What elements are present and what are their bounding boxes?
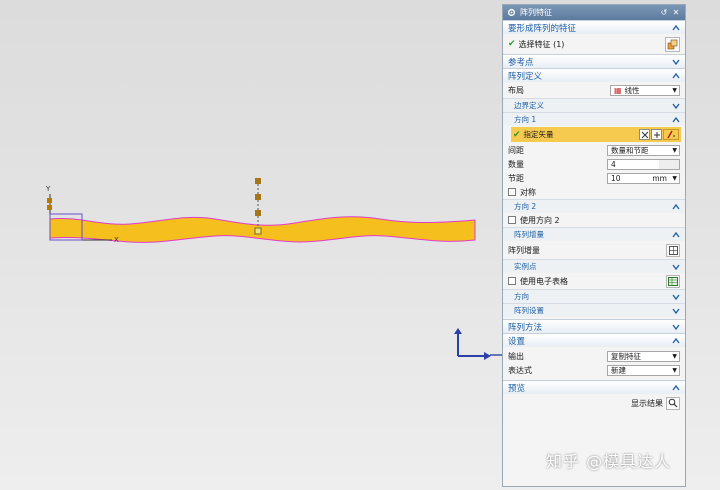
count-input[interactable]: 4 [607,158,680,170]
use-direction2-checkbox[interactable] [508,216,516,224]
feature-select-icon[interactable] [665,36,680,52]
spacing-label: 间距 [508,145,524,155]
select-feature-label: 选择特征 (1) [518,39,565,49]
count-row: 数量 4 [503,157,685,171]
subsection-orientation[interactable]: 方向 [503,289,685,303]
show-result-row: 显示结果 [503,394,685,412]
symmetric-checkbox[interactable] [508,188,516,196]
chevron-down-icon [672,308,680,314]
use-spreadsheet-label: 使用电子表格 [520,276,568,286]
pitch-label: 节距 [508,173,524,183]
subsection-boundary-definition[interactable]: 边界定义 [503,98,685,112]
chevron-up-icon [672,384,680,390]
section-features-to-pattern[interactable]: 要形成阵列的特征 [503,20,685,34]
chevron-up-icon [672,24,680,30]
spreadsheet-icon[interactable] [666,274,680,288]
vector-dialog-icon[interactable] [651,129,662,140]
dropdown-caret-icon: ▼ [672,366,677,374]
spacing-select[interactable]: 数量和节距 ▼ [607,144,680,156]
show-result-label: 显示结果 [631,398,663,408]
layout-label: 布局 [508,85,524,95]
specify-vector-row[interactable]: ✔ 指定矢量 [511,127,681,142]
specify-vector-label: 指定矢量 [523,130,554,139]
chevron-down-icon [672,264,680,270]
pattern-increment-row: 阵列增量 [503,241,685,259]
subsection-direction1[interactable]: 方向 1 [503,112,685,126]
checkmark-icon: ✔ [508,39,516,49]
dropdown-caret-icon: ▼ [672,352,677,360]
chevron-down-icon [672,324,680,330]
pitch-unit: mm [652,173,667,183]
watermark: 知乎 @模具达人 [546,452,672,471]
section-preview[interactable]: 预览 [503,380,685,394]
dropdown-caret-icon: ▼ [672,86,677,94]
select-feature-row[interactable]: ✔ 选择特征 (1) [503,34,685,54]
section-pattern-method[interactable]: 阵列方法 [503,319,685,333]
use-direction2-label: 使用方向 2 [520,215,560,225]
section-pattern-definition[interactable]: 阵列定义 [503,68,685,82]
gear-icon [507,8,516,17]
output-row: 输出 复制特征 ▼ [503,349,685,363]
reverse-direction-icon[interactable] [639,129,650,140]
vector-type-icon[interactable] [663,129,679,140]
chevron-down-icon [672,103,680,109]
axis-y-label: Y [45,185,51,193]
section-reference-point[interactable]: 参考点 [503,54,685,68]
expression-label: 表达式 [508,365,532,375]
pattern-increment-label: 阵列增量 [508,245,540,255]
linear-layout-icon: ▦ [614,85,622,95]
output-label: 输出 [508,351,524,361]
section-settings[interactable]: 设置 [503,333,685,347]
axis-x-label: X [114,236,119,244]
chevron-up-icon [672,72,680,78]
chevron-up-icon [672,116,680,122]
layout-select[interactable]: ▦ 线性 ▼ [610,84,680,96]
dropdown-caret-icon: ▼ [672,146,677,154]
subsection-pattern-increment[interactable]: 阵列增量 [503,227,685,241]
pitch-row: 节距 10 mm ▼ [503,171,685,185]
close-icon[interactable]: ✕ [671,8,681,17]
chevron-down-icon [672,59,680,65]
reset-icon[interactable]: ↺ [659,8,669,17]
chevron-down-icon [672,294,680,300]
subsection-instance-point[interactable]: 实例点 [503,259,685,273]
chevron-up-icon [672,231,680,237]
subsection-pattern-settings[interactable]: 阵列设置 [503,303,685,317]
subsection-direction2[interactable]: 方向 2 [503,199,685,213]
pitch-input[interactable]: 10 mm ▼ [607,172,680,184]
show-result-button[interactable] [666,396,680,410]
expression-select[interactable]: 新建 ▼ [607,364,680,376]
output-select[interactable]: 复制特征 ▼ [607,350,680,362]
use-direction2-row[interactable]: 使用方向 2 [503,213,685,227]
checkmark-icon: ✔ [513,129,521,140]
spacing-row: 间距 数量和节距 ▼ [503,143,685,157]
chevron-up-icon [672,337,680,343]
expression-row: 表达式 新建 ▼ [503,363,685,377]
dialog-titlebar[interactable]: 阵列特征 ↺ ✕ [503,5,685,20]
pattern-increment-icon[interactable] [666,243,680,257]
dialog-title: 阵列特征 [520,8,552,17]
use-spreadsheet-row[interactable]: 使用电子表格 [503,273,685,289]
layout-row: 布局 ▦ 线性 ▼ [503,82,685,98]
symmetric-label: 对称 [520,187,536,197]
use-spreadsheet-checkbox[interactable] [508,277,516,285]
arrow-left-icon [490,354,502,356]
pattern-feature-dialog: 阵列特征 ↺ ✕ 要形成阵列的特征 ✔ 选择特征 (1) 参考点 阵列定义 布局… [502,4,686,487]
count-spinner[interactable] [659,159,679,169]
symmetric-row[interactable]: 对称 [503,185,685,199]
chevron-up-icon [672,203,680,209]
graphics-canvas[interactable]: Y X [0,0,500,490]
count-label: 数量 [508,159,524,169]
dropdown-caret-icon: ▼ [672,174,677,182]
